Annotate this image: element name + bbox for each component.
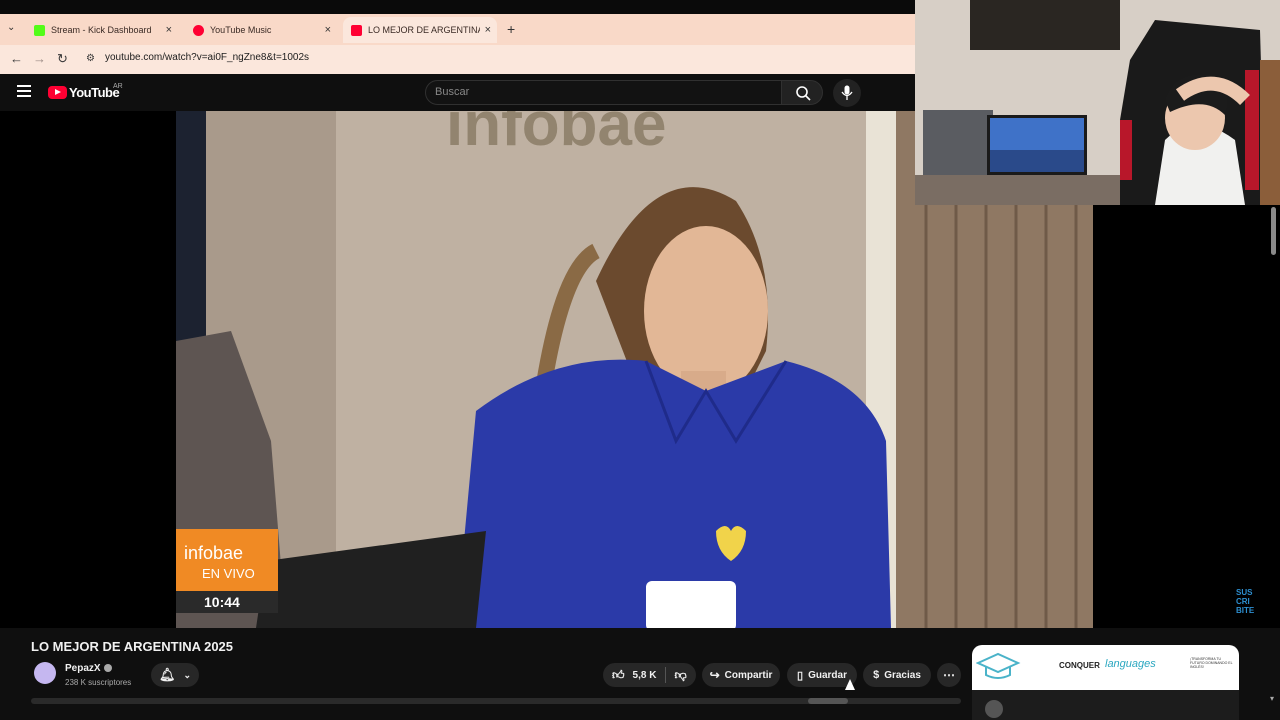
share-button[interactable]: ↪ Compartir [702, 663, 780, 687]
scroll-down-icon[interactable]: ▾ [1270, 694, 1274, 703]
url-field[interactable]: youtube.com/watch?v=ai0F_ngZne8&t=1002s [105, 52, 309, 63]
subscriber-count: 238 K suscriptores [65, 678, 132, 687]
right-panel [1093, 205, 1280, 628]
chevron-down-icon: ⌄ [183, 669, 192, 680]
more-actions-button[interactable]: ⋯ [937, 663, 961, 687]
microphone-icon [841, 85, 853, 100]
ad-brand-primary: CONQUER [1059, 661, 1100, 670]
search-input[interactable]: Buscar [425, 80, 782, 105]
kick-icon [34, 24, 45, 36]
tab-label: LO MEJOR DE ARGENTINA 2025 [368, 25, 480, 35]
channel-avatar[interactable] [34, 662, 56, 684]
notification-button[interactable]: 🔔︎ ⌄ [151, 663, 199, 687]
video-title: LO MEJOR DE ARGENTINA 2025 [31, 639, 234, 654]
close-tab-icon[interactable]: × [166, 24, 172, 36]
reload-icon[interactable]: ↻ [57, 51, 68, 67]
tab-video[interactable]: LO MEJOR DE ARGENTINA 2025 × [343, 17, 497, 43]
forward-icon[interactable]: → [33, 51, 46, 66]
thanks-icon: $ [873, 669, 880, 681]
ad-avatar [985, 700, 1003, 718]
youtube-music-icon [193, 24, 204, 36]
dislike-icon[interactable]: 👎︎ [674, 668, 686, 683]
player-letterbox-left [0, 111, 176, 628]
youtube-logo-text[interactable]: YouTube [69, 85, 120, 100]
graduation-cap-icon [976, 652, 1021, 679]
divider [665, 667, 667, 683]
new-tab-icon[interactable]: + [507, 21, 515, 37]
overlay-brand: infobae [184, 543, 244, 563]
youtube-icon [351, 24, 362, 36]
wall-logo-text: infobae [446, 111, 667, 159]
overlay-live-label: EN VIVO [202, 566, 255, 581]
save-label: Guardar [808, 669, 847, 681]
subscribe-badge: SUS CRI BITE [1236, 588, 1255, 615]
region-code: AR [113, 83, 123, 90]
webcam-overlay [915, 0, 1280, 205]
search-icon [796, 86, 811, 101]
menu-icon[interactable] [17, 85, 31, 97]
more-icon: ⋯ [943, 668, 955, 682]
thanks-button[interactable]: $ Gracias [863, 663, 931, 687]
like-icon[interactable]: 👍︎ [612, 668, 625, 683]
tab-label: Stream - Kick Dashboard [51, 25, 152, 35]
mouse-cursor-icon [845, 679, 855, 690]
back-icon[interactable]: ← [10, 51, 23, 66]
search-button[interactable] [781, 80, 823, 105]
bell-icon: 🔔︎ [158, 667, 176, 682]
ad-brand-secondary: languages [1105, 658, 1156, 670]
tab-kick-dashboard[interactable]: Stream - Kick Dashboard × [26, 17, 178, 43]
close-tab-icon[interactable]: × [325, 24, 331, 36]
channel-name[interactable]: PepazX [65, 663, 101, 674]
verified-icon [104, 664, 112, 672]
tab-list-chevron-icon[interactable]: ⌄ [7, 22, 15, 33]
scrollbar-thumb[interactable] [1271, 207, 1276, 255]
scroll-indicator[interactable] [808, 698, 848, 704]
webcam-image [915, 0, 1280, 205]
like-dislike-group: 👍︎ 5,8 K 👎︎ [603, 663, 696, 687]
bookmark-icon: ▯ [797, 669, 804, 682]
like-count[interactable]: 5,8 K [633, 670, 657, 681]
site-settings-icon[interactable]: ⚙ [86, 53, 95, 64]
ad-tagline: ¡TRANSFORMA TU FUTURO DOMINANDO EL INGLÉ… [1190, 657, 1233, 669]
tab-label: YouTube Music [210, 25, 272, 35]
overlay-time: 10:44 [204, 594, 240, 610]
tab-youtube-music[interactable]: YouTube Music × [185, 17, 337, 43]
share-icon: ↪ [709, 668, 720, 682]
sponsored-banner[interactable]: CONQUER languages ¡TRANSFORMA TU FUTURO … [972, 645, 1239, 690]
share-label: Compartir [724, 669, 773, 681]
voice-search-button[interactable] [833, 79, 861, 107]
close-tab-icon[interactable]: × [485, 24, 491, 36]
ad-footer [972, 690, 1239, 720]
youtube-logo-icon[interactable] [48, 86, 67, 99]
thanks-label: Gracias [884, 669, 921, 681]
